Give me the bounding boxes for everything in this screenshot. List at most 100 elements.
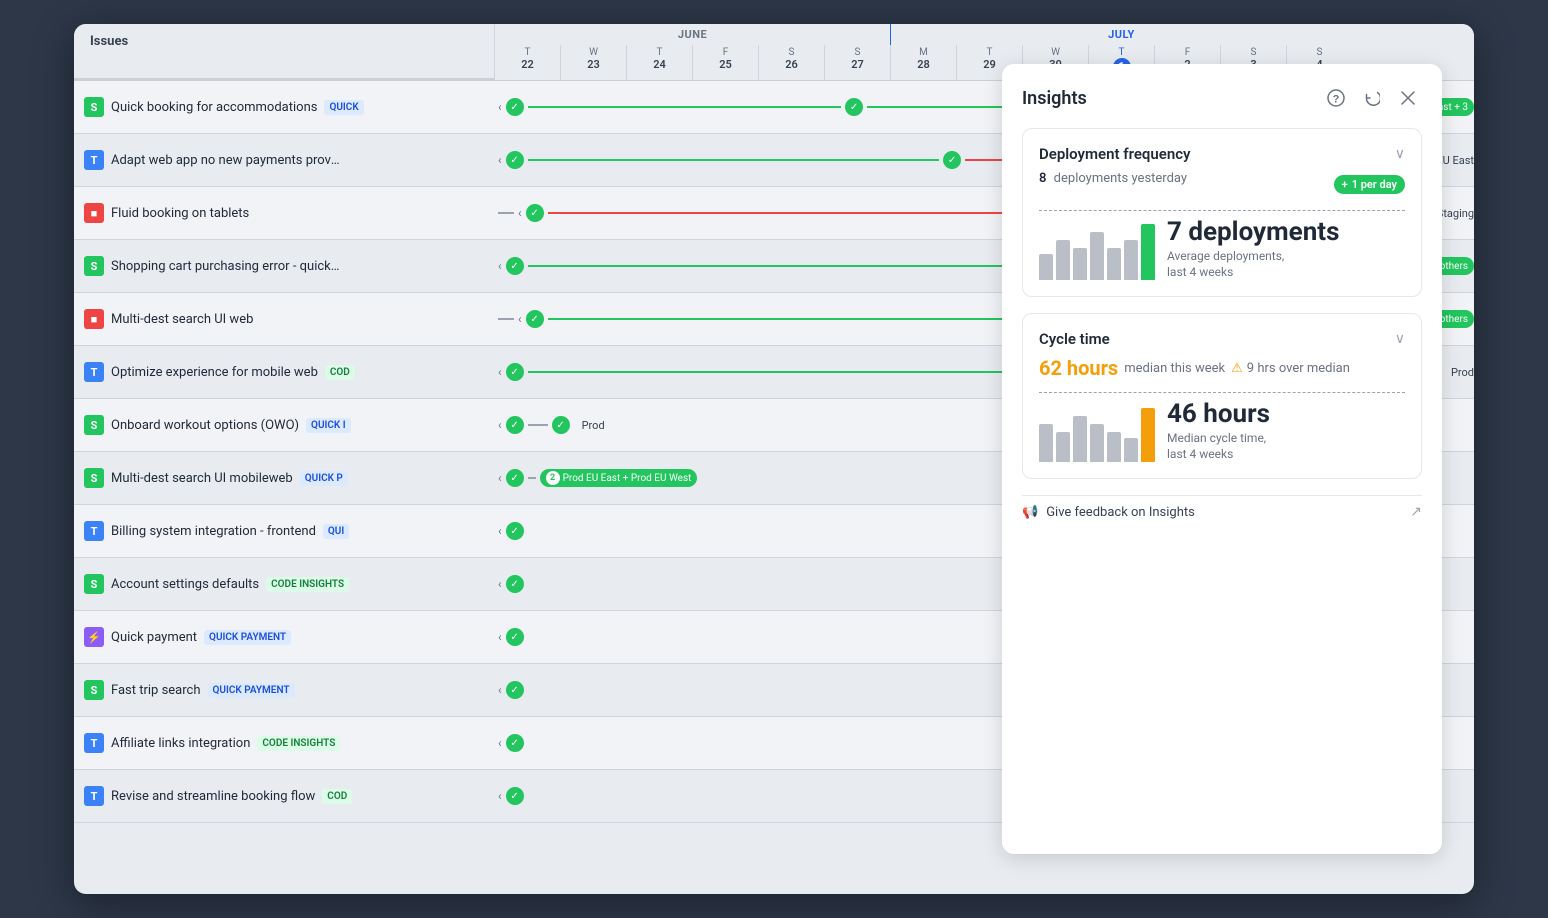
issue-title: Revise and streamline booking flow: [111, 789, 315, 804]
row-info: ■ Multi-dest search UI web: [74, 303, 494, 335]
timeline-dash: [528, 424, 548, 426]
month-july: JULY: [890, 24, 1352, 45]
bar-chart-deployment: [1039, 220, 1155, 280]
row-info: ⚡ Quick payment QUICK PAYMENT: [74, 621, 494, 653]
day-28: M28: [890, 45, 956, 80]
metric-card-header: Cycle time ∨: [1039, 330, 1405, 348]
issue-badge: QUICK PAYMENT: [204, 630, 291, 645]
bar-highlight: [1141, 224, 1155, 280]
chart-label: 7 deployments Average deployments,last 4…: [1167, 219, 1405, 280]
timeline-check: ✓: [506, 416, 524, 434]
bar: [1039, 254, 1053, 280]
issue-icon-story: S: [84, 415, 104, 435]
timeline-arrow[interactable]: ‹: [498, 418, 502, 432]
timeline-arrow[interactable]: ‹: [498, 259, 502, 273]
bar: [1073, 416, 1087, 462]
insights-refresh-button[interactable]: [1358, 84, 1386, 112]
issue-icon-story: S: [84, 574, 104, 594]
timeline-arrow[interactable]: ‹: [498, 630, 502, 644]
timeline-check: ✓: [506, 98, 524, 116]
issue-badge: CODE INSIGHTS: [266, 577, 349, 592]
timeline-arrow[interactable]: ‹: [498, 736, 502, 750]
issue-title: Account settings defaults: [111, 577, 259, 592]
bar: [1124, 240, 1138, 280]
issue-icon-task: T: [84, 362, 104, 382]
row-info: S Fast trip search QUICK PAYMENT: [74, 674, 494, 706]
bar: [1090, 232, 1104, 280]
timeline-arrow[interactable]: ‹: [498, 365, 502, 379]
issue-title: Affiliate links integration: [111, 736, 250, 751]
issue-badge: COD: [322, 789, 352, 804]
row-info: ■ Fluid booking on tablets: [74, 197, 494, 229]
row-info: S Shopping cart purchasing error - quick…: [74, 250, 494, 282]
issue-title: Quick payment: [111, 630, 197, 645]
deployment-chart: 7 deployments Average deployments,last 4…: [1039, 219, 1405, 280]
row-info: T Revise and streamline booking flow COD: [74, 780, 494, 812]
help-icon: ?: [1327, 89, 1345, 107]
issue-title: Optimize experience for mobile web: [111, 365, 318, 380]
cycle-over: ⚠ 9 hrs over median: [1231, 361, 1350, 376]
timeline-check: ✓: [506, 734, 524, 752]
issue-badge: QUICK PAYMENT: [208, 683, 295, 698]
cycle-median: median this week: [1124, 361, 1225, 376]
deployment-subtitle: 8 deployments yesterday: [1039, 171, 1187, 186]
issue-icon-story: S: [84, 468, 104, 488]
timeline-check: ✓: [526, 310, 544, 328]
issue-icon-lightning: ⚡: [84, 627, 104, 647]
env-badge: 2 Prod EU East + Prod EU West: [540, 469, 698, 487]
cycle-time-card: Cycle time ∨ 62 hours median this week ⚠…: [1022, 313, 1422, 479]
feedback-row[interactable]: 📢 Give feedback on Insights ↗: [1022, 495, 1422, 528]
bar: [1124, 438, 1138, 462]
issue-badge: CODE INSIGHTS: [257, 736, 340, 751]
insights-help-button[interactable]: ?: [1322, 84, 1350, 112]
month-june: JUNE: [494, 24, 890, 45]
chevron-down-icon[interactable]: ∨: [1395, 146, 1405, 162]
issue-icon-task: T: [84, 150, 104, 170]
deployment-badge: 1 per day: [1334, 175, 1405, 194]
bar: [1090, 424, 1104, 462]
insights-title: Insights: [1022, 88, 1087, 109]
timeline-check: ✓: [506, 522, 524, 540]
feedback-text: Give feedback on Insights: [1046, 505, 1195, 520]
timeline-arrow[interactable]: ‹: [498, 789, 502, 803]
timeline-dash: [528, 477, 536, 479]
bar: [1073, 248, 1087, 280]
timeline-arrow[interactable]: ‹: [518, 312, 522, 326]
dashed-divider: [1039, 210, 1405, 211]
issue-icon-task: T: [84, 733, 104, 753]
insights-close-button[interactable]: [1394, 84, 1422, 112]
timeline-arrow[interactable]: ‹: [518, 206, 522, 220]
warning-icon: ⚠: [1231, 361, 1243, 376]
chevron-down-icon[interactable]: ∨: [1395, 331, 1405, 347]
issue-title: Fast trip search: [111, 683, 201, 698]
insights-actions: ?: [1322, 84, 1422, 112]
svg-text:?: ?: [1333, 94, 1340, 106]
issues-column-header: Issues: [74, 24, 494, 80]
issue-title: Billing system integration - frontend: [111, 524, 316, 539]
deployment-title: Deployment frequency: [1039, 145, 1190, 163]
issue-title: Adapt web app no new payments provide: [111, 153, 341, 168]
row-info: S Quick booking for accommodations QUICK: [74, 91, 494, 123]
timeline-arrow[interactable]: ‹: [498, 577, 502, 591]
row-info: S Onboard workout options (OWO) QUICK I: [74, 409, 494, 441]
timeline-check: ✓: [552, 416, 570, 434]
row-info: T Optimize experience for mobile web COD: [74, 356, 494, 388]
insights-header: Insights ?: [1022, 84, 1422, 112]
bar: [1056, 432, 1070, 462]
months-row: JUNE JULY: [494, 24, 1474, 45]
timeline-arrow[interactable]: ‹: [498, 683, 502, 697]
day-23: W23: [560, 45, 626, 80]
timeline-arrow[interactable]: ‹: [498, 153, 502, 167]
timeline-check: ✓: [506, 257, 524, 275]
cycle-big-number: 46 hours: [1167, 401, 1405, 427]
timeline-line-green: [528, 106, 841, 108]
timeline-check: ✓: [526, 204, 544, 222]
external-link-icon[interactable]: ↗: [1410, 504, 1422, 520]
feedback-left: 📢 Give feedback on Insights: [1022, 505, 1195, 520]
deployment-frequency-card: Deployment frequency ∨ 8 deployments yes…: [1022, 128, 1422, 297]
issue-icon-task: T: [84, 521, 104, 541]
timeline-arrow[interactable]: ‹: [498, 524, 502, 538]
timeline-arrow[interactable]: ‹: [498, 471, 502, 485]
env-text: Staging: [1437, 207, 1474, 220]
timeline-arrow[interactable]: ‹: [498, 100, 502, 114]
